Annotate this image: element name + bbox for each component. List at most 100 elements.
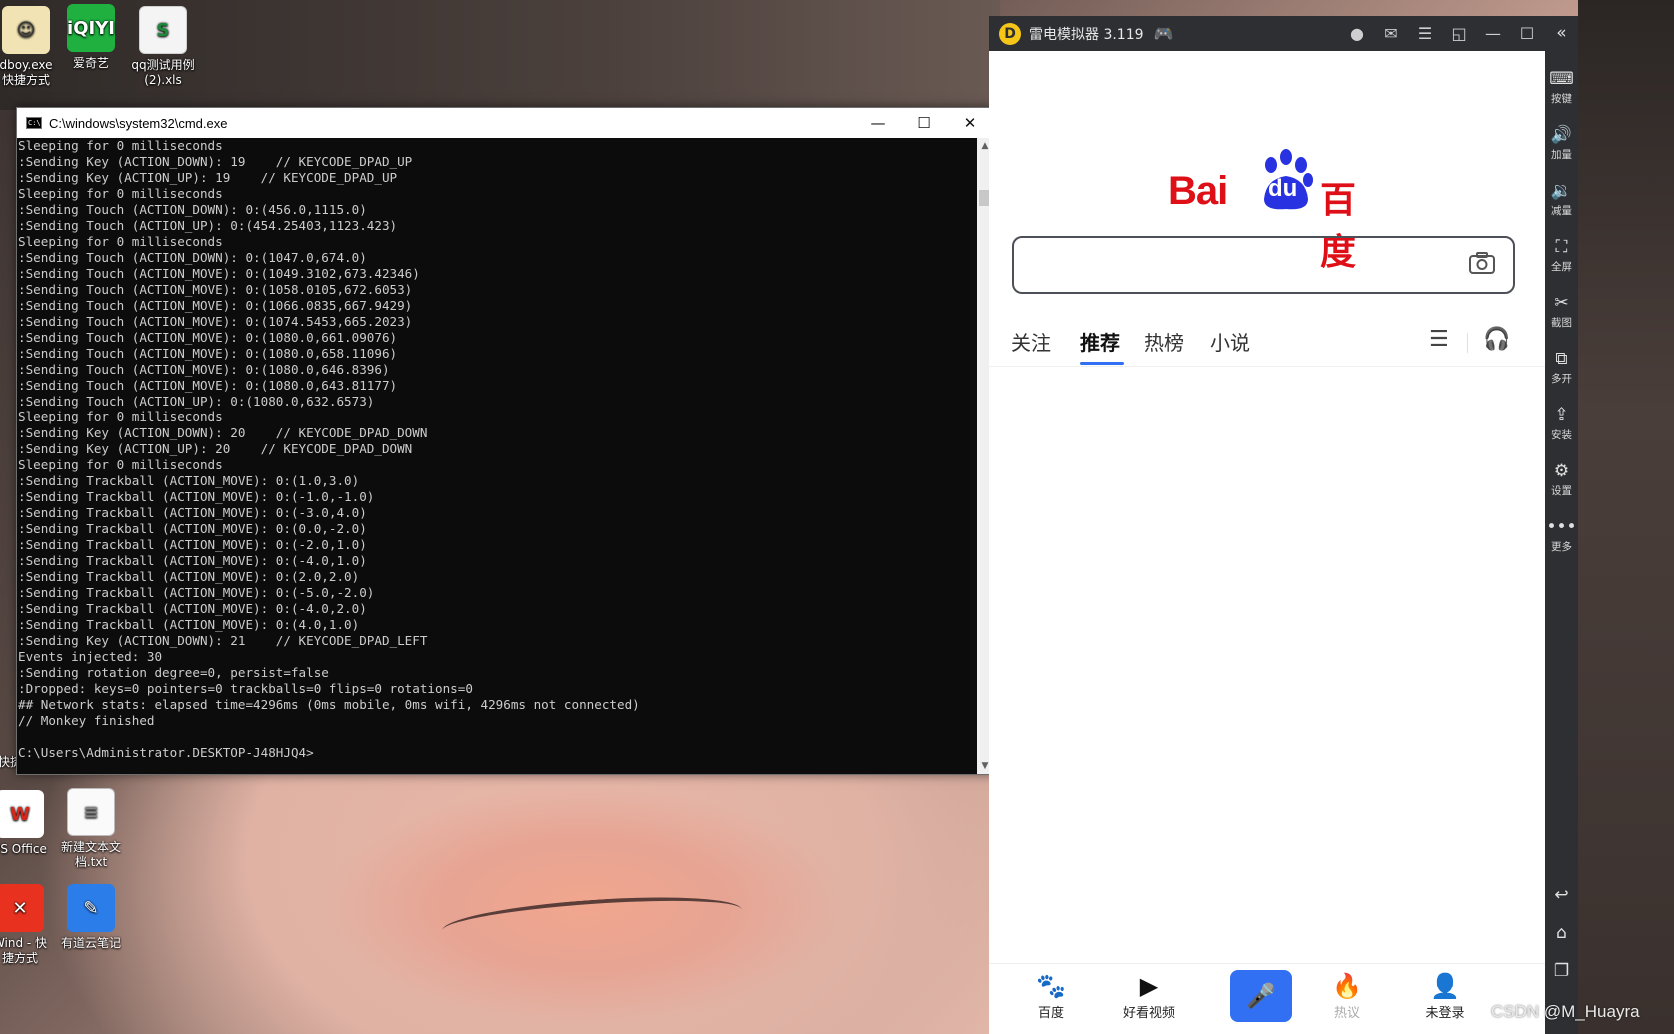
chevron-double-left-icon: « xyxy=(1556,23,1567,43)
emulator-titlebar[interactable]: D 雷电模拟器 3.119 🎮 ● ✉ ☰ ◱ — ☐ ✕ xyxy=(989,16,1578,51)
recent-apps-button[interactable]: ❐ xyxy=(1545,960,1578,983)
console-line: Sleeping for 0 milliseconds xyxy=(18,457,223,473)
console-line: :Sending Trackball (ACTION_MOVE): 0:(2.0… xyxy=(18,569,360,585)
desktop-icon-youdao[interactable]: ✎ 有道云笔记 xyxy=(51,884,131,951)
desktop-icon-txt[interactable]: ≡ 新建文本文 档.txt xyxy=(51,788,131,870)
feed-tabs: 关注 推荐 热榜 小说 ☰ 🎧 xyxy=(989,319,1545,367)
desktop-icon-iqiyi[interactable]: iQIYI 爱奇艺 xyxy=(51,4,131,71)
apk-install-icon: ⇪ xyxy=(1554,405,1569,425)
sidebar-item-multi-instance[interactable]: ⧉ 多开 xyxy=(1545,348,1578,386)
camera-icon[interactable] xyxy=(1469,252,1495,274)
minimize-button[interactable]: — xyxy=(1476,16,1510,51)
console-line: :Sending Touch (ACTION_DOWN): 0:(456.0,1… xyxy=(18,201,367,217)
wps-icon: W xyxy=(0,790,44,838)
tab-menu-icon[interactable]: ☰ xyxy=(1429,327,1449,352)
cmd-app-icon: C:\ xyxy=(26,117,42,129)
tab-recommend[interactable]: 推荐 xyxy=(1080,327,1120,356)
sidebar-item-label: 按键 xyxy=(1551,93,1572,105)
sidebar-item-scissors[interactable]: ✂ 截图 xyxy=(1545,292,1578,330)
collapse-sidebar-button[interactable]: « xyxy=(1545,16,1578,51)
mail-icon[interactable]: ✉ xyxy=(1374,16,1408,51)
nav-not-logged-in[interactable]: 👤 未登录 xyxy=(1405,970,1485,1021)
nav-haokan-video[interactable]: ▶ 好看视频 xyxy=(1109,970,1189,1021)
console-line: :Sending Key (ACTION_UP): 19 // KEYCODE_… xyxy=(18,169,398,185)
console-line: :Sending Trackball (ACTION_MOVE): 0:(1.0… xyxy=(18,473,360,489)
voice-search-button[interactable]: 🎤 xyxy=(1230,970,1292,1022)
console-line: :Sending Trackball (ACTION_MOVE): 0:(-4.… xyxy=(18,553,367,569)
console-line: :Sending Touch (ACTION_UP): 0:(1080.0,63… xyxy=(18,393,375,409)
console-line: :Sending Touch (ACTION_MOVE): 0:(1049.31… xyxy=(18,265,420,281)
gear-icon: ⚙ xyxy=(1553,461,1570,481)
cmd-titlebar[interactable]: C:\ C:\windows\system32\cmd.exe — ☐ ✕ xyxy=(17,108,993,138)
nav-label: 热议 xyxy=(1333,1006,1360,1021)
console-line: :Sending Key (ACTION_DOWN): 20 // KEYCOD… xyxy=(18,425,428,441)
back-button[interactable]: ↩ xyxy=(1545,884,1578,907)
multi-instance-icon: ⧉ xyxy=(1555,349,1568,369)
cmd-window[interactable]: C:\ C:\windows\system32\cmd.exe — ☐ ✕ Sl… xyxy=(16,107,994,775)
home-button[interactable]: ⌂ xyxy=(1545,922,1578,945)
baidu-logo-bai: Bai xyxy=(1168,169,1228,213)
maximize-button[interactable]: ☐ xyxy=(901,108,947,138)
desktop-icon-xls[interactable]: S qq测试用例 (2).xls xyxy=(123,6,203,88)
sidebar-item-apk-install[interactable]: ⇪ 安装 xyxy=(1545,404,1578,442)
sidebar-item-label: 加量 xyxy=(1551,149,1572,161)
sidebar-item-keyboard[interactable]: ⌨ 按键 xyxy=(1545,68,1578,106)
sidebar-item-gear[interactable]: ⚙ 设置 xyxy=(1545,460,1578,498)
minimize-button[interactable]: — xyxy=(855,108,901,138)
sidebar-item-label: 全屏 xyxy=(1551,261,1572,273)
console-line: :Sending Touch (ACTION_MOVE): 0:(1080.0,… xyxy=(18,361,390,377)
bottom-nav: 🐾 百度 ▶ 好看视频 🎤 🔥 热议 👤 未登录 xyxy=(989,963,1545,1034)
home-icon: ⌂ xyxy=(1556,923,1567,943)
iqiyi-icon: iQIYI xyxy=(67,4,115,52)
pin-window-icon[interactable]: ◱ xyxy=(1442,16,1476,51)
gamepad-icon[interactable]: 🎮 xyxy=(1152,16,1176,51)
tab-novel[interactable]: 小说 xyxy=(1210,327,1250,356)
console-line: :Sending Trackball (ACTION_MOVE): 0:(4.0… xyxy=(18,617,360,633)
wind-icon: ✕ xyxy=(0,884,44,932)
console-line: // Monkey finished xyxy=(18,712,155,728)
sidebar-item-label: 多开 xyxy=(1551,373,1572,385)
nav-discussion[interactable]: 🔥 热议 xyxy=(1307,970,1387,1021)
baidu-logo[interactable]: Bai du 百度 xyxy=(1168,149,1368,273)
sidebar-item-label: 减量 xyxy=(1551,205,1572,217)
tab-hot-list[interactable]: 热榜 xyxy=(1144,327,1184,356)
desktop-icon-label: 新建文本文 档.txt xyxy=(60,840,121,869)
nav-label: 好看视频 xyxy=(1122,1006,1175,1021)
console-line: :Sending Touch (ACTION_MOVE): 0:(1080.0,… xyxy=(18,329,398,345)
nav-baidu[interactable]: 🐾 百度 xyxy=(1011,970,1091,1021)
flame-icon: 🔥 xyxy=(1332,972,1362,1000)
recent-apps-icon: ❐ xyxy=(1553,961,1570,981)
search-input[interactable] xyxy=(1012,236,1515,294)
fullscreen-icon: ⛶ xyxy=(1555,237,1568,257)
cmd-window-title: C:\windows\system32\cmd.exe xyxy=(49,115,228,131)
user-icon: 👤 xyxy=(1430,972,1460,1000)
play-icon: ▶ xyxy=(1139,972,1159,1000)
menu-icon[interactable]: ☰ xyxy=(1408,16,1442,51)
back-icon: ↩ xyxy=(1554,885,1569,905)
divider xyxy=(1467,333,1468,353)
account-icon[interactable]: ● xyxy=(1340,16,1374,51)
volume-down-icon: 🔉 xyxy=(1550,181,1573,201)
console-line: Sleeping for 0 milliseconds xyxy=(18,138,223,153)
console-line: :Sending Trackball (ACTION_MOVE): 0:(-2.… xyxy=(18,537,367,553)
cmd-console-output[interactable]: Sleeping for 0 milliseconds :Sending Key … xyxy=(17,138,977,774)
emulator-title: 雷电模拟器 3.119 xyxy=(1029,26,1144,43)
maximize-button[interactable]: ☐ xyxy=(1510,16,1544,51)
sidebar-item-fullscreen[interactable]: ⛶ 全屏 xyxy=(1545,236,1578,274)
console-line: :Sending Touch (ACTION_DOWN): 0:(1047.0,… xyxy=(18,249,367,265)
sidebar-item-more[interactable]: ••• 更多 xyxy=(1545,516,1578,554)
console-line: C:\Users\Administrator.DESKTOP-J48HJQ4> xyxy=(18,744,314,760)
close-button[interactable]: ✕ xyxy=(947,108,993,138)
tab-follow[interactable]: 关注 xyxy=(1011,327,1051,356)
console-line: :Sending Trackball (ACTION_MOVE): 0:(-1.… xyxy=(18,489,375,505)
headset-icon[interactable]: 🎧 xyxy=(1483,327,1510,352)
sidebar-item-volume-down[interactable]: 🔉 减量 xyxy=(1545,180,1578,218)
spreadsheet-icon: S xyxy=(139,6,187,54)
console-line: ## Network stats: elapsed time=4296ms (0… xyxy=(18,696,640,712)
text-file-icon: ≡ xyxy=(67,788,115,836)
android-screen[interactable]: Bai du 百度 关注 推荐 热榜 小说 ☰ 🎧 🐾 百度 ▶ 好看视频 🎤 … xyxy=(989,51,1545,1034)
baidu-logo-du: du xyxy=(1268,175,1298,202)
ldplayer-logo-icon: D xyxy=(999,22,1021,45)
console-line: :Sending Touch (ACTION_MOVE): 0:(1080.0,… xyxy=(18,345,398,361)
sidebar-item-volume-up[interactable]: 🔊 加量 xyxy=(1545,124,1578,162)
